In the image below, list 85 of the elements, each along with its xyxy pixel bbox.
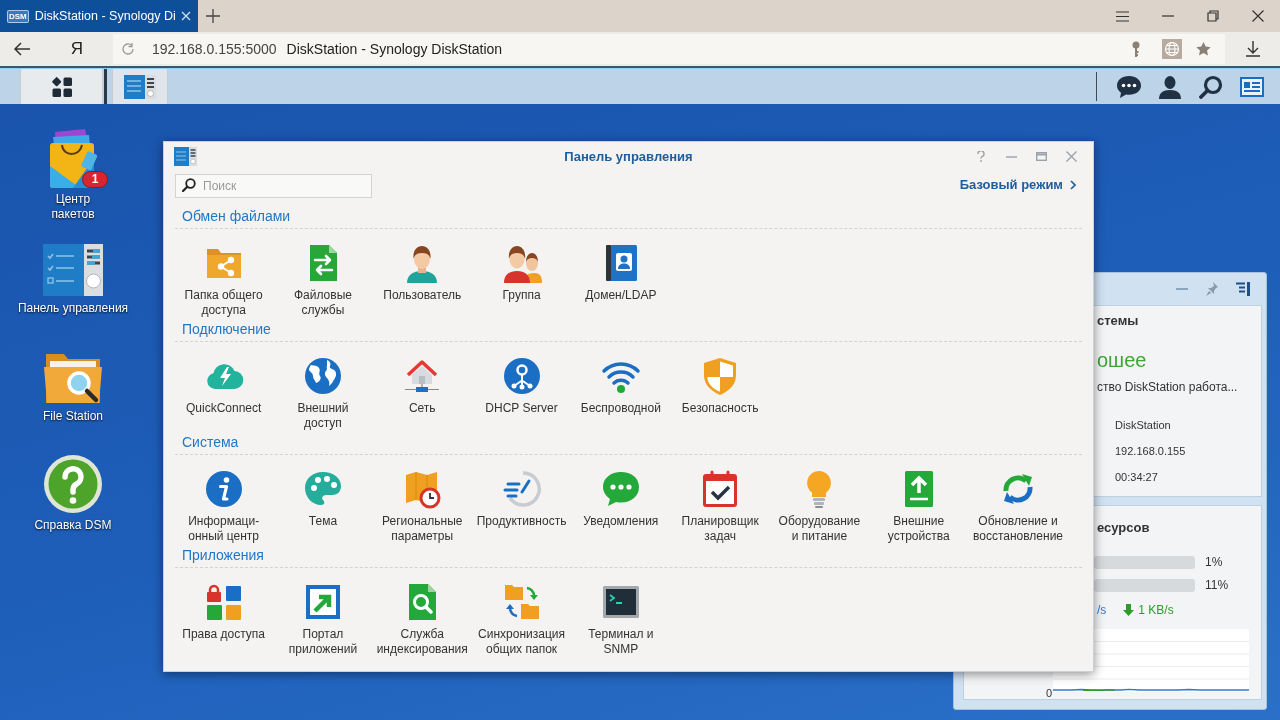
taskbar-app-button[interactable] [112, 69, 168, 104]
info-value: 00:34:27 [1115, 470, 1159, 484]
main-menu-button[interactable] [20, 69, 103, 104]
control-panel-item[interactable]: Информаци- онный центр [174, 469, 274, 545]
control-panel-item[interactable]: Папка общего доступа [174, 243, 274, 319]
control-panel-item[interactable]: DHCP Server [471, 356, 572, 432]
section-heading: Обмен файлами [182, 207, 291, 225]
control-panel-icon [124, 74, 156, 99]
control-panel-item[interactable]: Уведомления [571, 469, 671, 545]
desktop-icon-label[interactable]: Панель управления [17, 300, 129, 316]
dsm-favicon: DSM [7, 9, 29, 23]
user-icon[interactable] [1157, 74, 1182, 99]
desktop-icon-label[interactable]: Центр пакетов [51, 192, 95, 222]
minimize-icon[interactable] [1161, 15, 1174, 17]
control-panel-item[interactable]: Синхронизация общих папок [471, 582, 572, 658]
control-panel-item[interactable]: Файловые службы [273, 243, 373, 319]
section-heading: Подключение [182, 320, 271, 338]
control-panel-item[interactable]: Портал приложений [273, 582, 373, 658]
search-icon[interactable] [1198, 74, 1223, 99]
yandex-button[interactable]: Я [70, 36, 84, 62]
download-speed: 1 KB/s [1138, 602, 1174, 619]
info-value: DiskStation [1115, 418, 1172, 432]
url-text: 192.168.0.155:5000 [152, 39, 277, 59]
control-panel-item[interactable]: Безопасность [670, 356, 770, 432]
notification-badge: 1 [82, 171, 108, 188]
widget-card-icon[interactable] [1239, 76, 1264, 97]
upload-speed: /s [1097, 602, 1107, 619]
globe-icon [302, 356, 343, 396]
search-field[interactable]: Поиск [175, 174, 372, 198]
section-heading: Система [182, 433, 239, 451]
control-panel-item[interactable]: Домен/LDAP [571, 243, 671, 319]
control-panel-item[interactable]: Права доступа [174, 582, 274, 658]
reload-icon[interactable] [121, 42, 135, 56]
widget-title: есурсов [1097, 520, 1150, 535]
control-panel-item[interactable]: Пользователь [372, 243, 472, 319]
control-panel-item[interactable]: Региональные параметры [372, 469, 472, 545]
info-icon [203, 469, 244, 509]
control-panel-item[interactable]: Тема [273, 469, 373, 545]
control-panel-item[interactable]: Планировщик задач [670, 469, 770, 545]
new-tab-icon[interactable] [206, 9, 220, 23]
address-field[interactable]: 192.168.0.155:5000 DiskStation - Synology DiskStation [113, 34, 1225, 64]
gauge-icon [501, 469, 542, 509]
chat-bubble-icon [600, 469, 641, 509]
control-panel-item[interactable]: Сеть [372, 356, 472, 432]
network-node-icon [501, 356, 542, 396]
control-panel-item[interactable]: Оборудование и питание [769, 469, 870, 545]
usage-reading: 11% [1205, 577, 1229, 594]
control-panel-item[interactable]: Обновление и восстановление [968, 469, 1068, 545]
widget-title: стемы [1097, 313, 1140, 329]
download-icon[interactable] [1245, 41, 1260, 57]
control-panel-item[interactable]: Внешний доступ [273, 356, 373, 432]
key-icon[interactable] [1132, 41, 1140, 57]
section-heading: Приложения [182, 546, 264, 564]
grid-icon [50, 75, 73, 98]
mode-link[interactable]: Базовый режим [959, 175, 1063, 195]
star-icon[interactable] [1196, 42, 1211, 56]
info-value: 192.168.0.155 [1115, 444, 1187, 458]
help-icon[interactable] [43, 454, 103, 515]
page-title: DiskStation - Synology DiskStation [286, 39, 503, 59]
menu-icon[interactable] [1116, 10, 1129, 22]
download-arrow-icon [1123, 604, 1135, 616]
usage-reading: 1% [1205, 554, 1223, 571]
chevron-right-icon[interactable] [1070, 180, 1076, 190]
search-icon [182, 178, 196, 192]
control-panel-item[interactable]: Внешние устройства [869, 469, 969, 545]
desktop-icon-label[interactable]: File Station [43, 409, 103, 425]
health-message: ство DiskStation работа... [1097, 379, 1239, 395]
group-icon [501, 243, 542, 283]
control-panel-item[interactable]: Продуктивность [471, 469, 572, 545]
chat-bubble-icon[interactable] [1115, 74, 1142, 99]
control-panel-item[interactable]: Служба индексирования [372, 582, 472, 658]
axis-label: 0 [1044, 687, 1052, 699]
control-panel-icon [174, 147, 197, 166]
widget-list-icon[interactable] [1236, 282, 1250, 296]
back-arrow-icon[interactable] [13, 42, 31, 56]
desktop-icon-label[interactable]: Справка DSM [34, 518, 112, 534]
close-icon[interactable] [1251, 10, 1264, 22]
health-status: ошее [1097, 348, 1148, 372]
window-title: Панель управления [564, 147, 693, 166]
browser-tab[interactable]: DSM DiskStation - Synology Di [0, 0, 198, 32]
control-panel-item[interactable]: Терминал и SNMP [571, 582, 671, 658]
control-panel-item[interactable]: Группа [471, 243, 572, 319]
control-panel-item[interactable]: Беспроводной [571, 356, 671, 432]
restore-icon[interactable] [1206, 10, 1219, 22]
control-panel-item[interactable]: QuickConnect [174, 356, 274, 432]
